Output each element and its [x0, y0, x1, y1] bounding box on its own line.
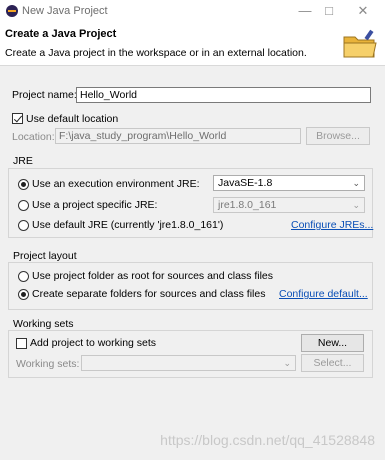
page-description: Create a Java project in the workspace o…	[5, 47, 307, 59]
jre-env-value: JavaSE-1.8	[218, 177, 273, 189]
folder-icon	[343, 29, 377, 58]
close-icon[interactable]: ✕	[352, 2, 374, 20]
configure-jres-link[interactable]: Configure JREs...	[291, 219, 373, 231]
chevron-down-icon: ⌄	[352, 178, 360, 188]
jre-specific-select[interactable]: jre1.8.0_161 ⌄	[213, 197, 365, 213]
layout-root-radio[interactable]	[18, 271, 29, 282]
jre-specific-radio[interactable]	[18, 200, 29, 211]
jre-env-select[interactable]: JavaSE-1.8 ⌄	[213, 175, 365, 191]
use-default-location-checkbox[interactable]	[12, 113, 23, 124]
layout-root-label: Use project folder as root for sources a…	[32, 270, 274, 282]
working-sets-label: Working sets:	[16, 358, 80, 370]
project-name-input[interactable]: Hello_World	[76, 87, 371, 103]
window-title: New Java Project	[22, 5, 108, 17]
chevron-down-icon: ⌄	[283, 358, 291, 368]
watermark-text: https://blog.csdn.net/qq_41528848	[160, 432, 375, 448]
project-name-label: Project name:	[12, 89, 77, 101]
working-sets-group-title: Working sets	[13, 318, 74, 330]
use-default-location-label: Use default location	[26, 113, 119, 125]
configure-default-link[interactable]: Configure default...	[279, 288, 368, 300]
jre-env-label: Use an execution environment JRE:	[32, 178, 200, 190]
jre-default-label: Use default JRE (currently 'jre1.8.0_161…	[32, 219, 224, 231]
page-title: Create a Java Project	[5, 28, 117, 40]
project-layout-group-title: Project layout	[13, 250, 77, 262]
browse-button[interactable]: Browse...	[306, 127, 370, 145]
minimize-icon[interactable]: —	[294, 2, 316, 20]
add-to-working-sets-checkbox[interactable]	[16, 338, 27, 349]
new-working-set-button[interactable]: New...	[301, 334, 364, 352]
eclipse-icon	[6, 5, 18, 17]
jre-specific-value: jre1.8.0_161	[218, 199, 277, 211]
chevron-down-icon: ⌄	[352, 200, 360, 210]
working-sets-select[interactable]: ⌄	[81, 355, 296, 371]
layout-separate-radio[interactable]	[18, 289, 29, 300]
jre-group-title: JRE	[13, 155, 33, 167]
jre-env-radio[interactable]	[18, 179, 29, 190]
add-to-working-sets-label: Add project to working sets	[30, 337, 157, 349]
location-label: Location:	[12, 131, 55, 143]
layout-separate-label: Create separate folders for sources and …	[32, 288, 266, 300]
location-input[interactable]: F:\java_study_program\Hello_World	[55, 128, 301, 144]
maximize-icon[interactable]: □	[318, 2, 340, 20]
jre-specific-label: Use a project specific JRE:	[32, 199, 158, 211]
jre-default-radio[interactable]	[18, 220, 29, 231]
select-working-sets-button[interactable]: Select...	[301, 354, 364, 372]
